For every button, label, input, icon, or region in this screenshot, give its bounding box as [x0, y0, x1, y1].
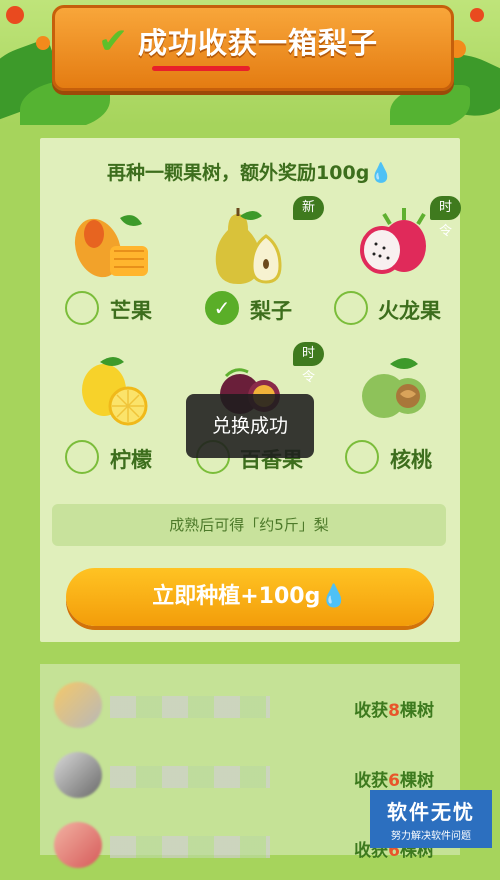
plant-now-button[interactable]: 立即种植+100g💧	[66, 568, 434, 626]
fruit-label-dragonfruit: 火龙果	[378, 299, 441, 323]
underline-mark	[152, 66, 250, 71]
blurred-username	[110, 766, 270, 788]
avatar	[54, 752, 102, 798]
fruit-option-mango[interactable]: 芒果	[40, 198, 180, 338]
plant-button-label: 立即种植+100g	[152, 584, 321, 609]
fruit-label-walnut: 核桃	[390, 448, 432, 472]
radio-walnut[interactable]	[345, 440, 379, 474]
fruit-option-walnut[interactable]: 核桃	[320, 346, 460, 486]
pear-icon	[215, 208, 282, 284]
fruit-selection-panel: 再种一颗果树，额外奖励100g💧 芒果 新 ✓ 梨子 时令 火龙果 柠檬 时令 …	[40, 138, 462, 642]
avatar	[54, 822, 102, 868]
panel-title-text: 再种一颗果树，额外奖励100g	[107, 162, 370, 184]
fruit-decoration	[6, 6, 24, 24]
radio-lemon[interactable]	[65, 440, 99, 474]
page-title: 成功收获一箱梨子	[138, 26, 379, 60]
fruit-label-lemon: 柠檬	[110, 448, 152, 472]
walnut-icon	[362, 358, 426, 418]
list-item: 收获8棵树	[40, 670, 460, 740]
radio-pear-checked[interactable]: ✓	[205, 291, 239, 325]
avatar	[54, 682, 102, 728]
fruit-decoration	[36, 36, 50, 50]
blurred-username	[110, 696, 270, 718]
lemon-icon	[82, 357, 148, 426]
fruit-label-pear: 梨子	[250, 299, 292, 323]
check-icon: ✔	[98, 21, 129, 62]
maturity-info: 成熟后可得「约5斤」梨	[52, 504, 446, 546]
harvest-count-text: 收获6棵树	[354, 771, 434, 791]
fruit-option-dragonfruit[interactable]: 时令 火龙果	[320, 196, 462, 338]
water-drop-icon: 💧	[320, 584, 348, 609]
success-toast: 兑换成功	[186, 394, 314, 458]
harvest-count-text: 收获8棵树	[354, 701, 434, 721]
fruit-option-pear[interactable]: 新 ✓ 梨子	[180, 196, 325, 338]
dragonfruit-icon	[360, 208, 426, 274]
header-banner: ✔ 成功收获一箱梨子	[0, 0, 500, 125]
watermark-subtitle: 努力解决软件问题	[391, 831, 471, 842]
fruit-label-mango: 芒果	[110, 299, 152, 323]
fruit-option-lemon[interactable]: 柠檬	[40, 346, 180, 486]
leaf-decoration	[390, 85, 470, 125]
radio-mango[interactable]	[65, 291, 99, 325]
panel-title: 再种一颗果树，额外奖励100g💧	[40, 158, 460, 185]
watermark-title: 软件无忧	[387, 800, 475, 824]
radio-dragonfruit[interactable]	[334, 291, 368, 325]
fruit-badge-seasonal: 时令	[430, 196, 462, 239]
site-watermark: 软件无忧 努力解决软件问题	[370, 790, 492, 848]
fruit-decoration	[470, 8, 484, 22]
mango-icon	[74, 215, 148, 278]
water-drop-icon: 💧	[369, 162, 393, 184]
